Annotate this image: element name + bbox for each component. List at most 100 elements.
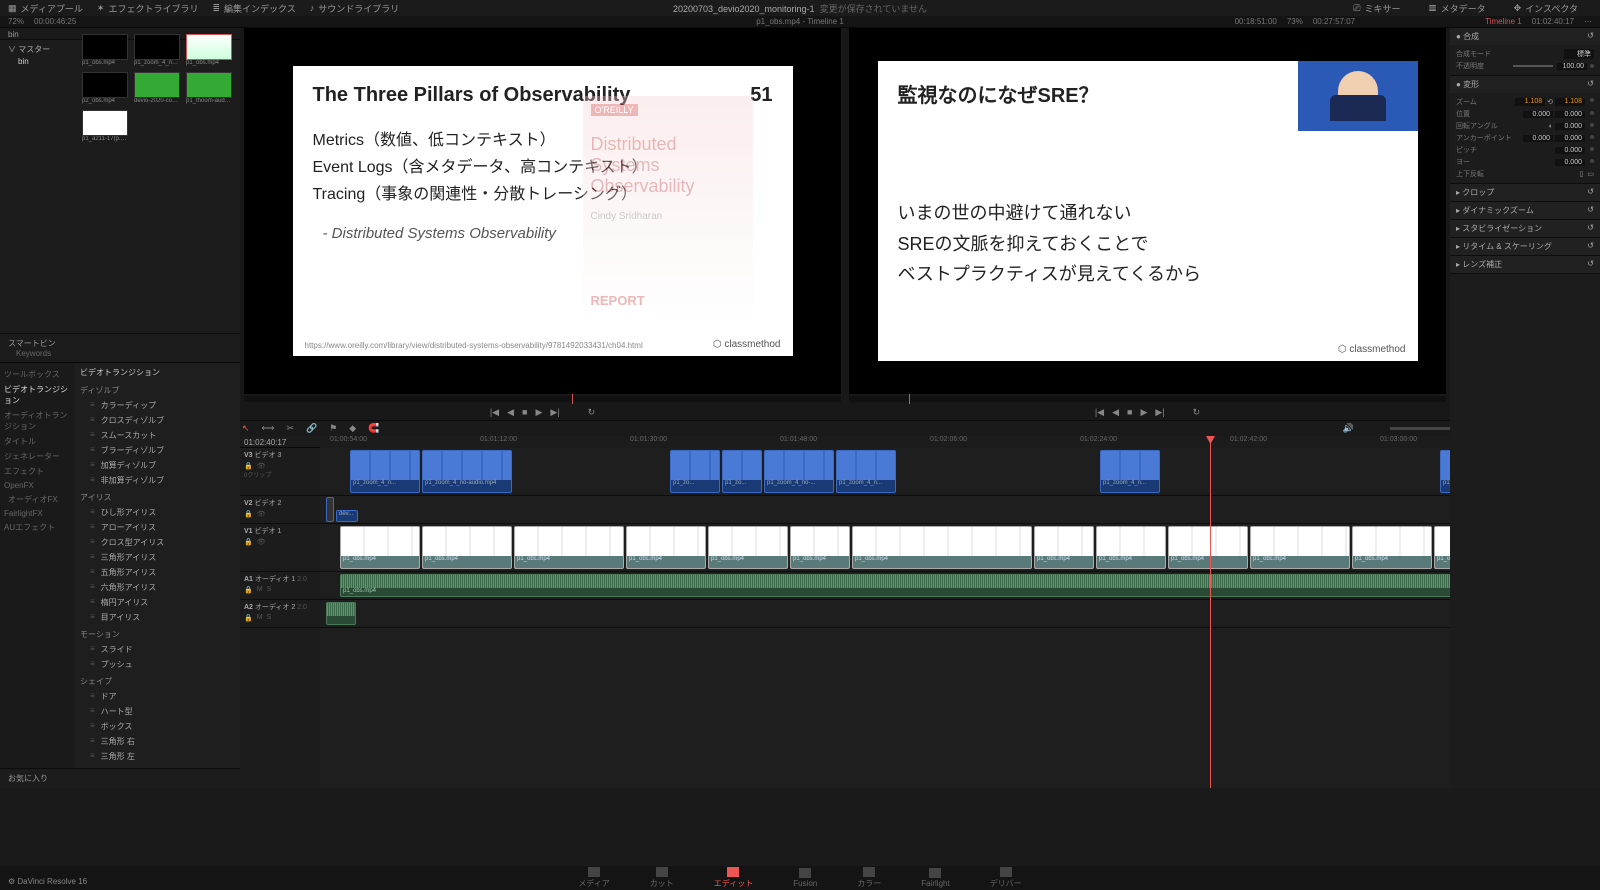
eff-item[interactable]: 三角形 右 xyxy=(80,734,234,749)
track-header-v2[interactable]: V2 ビデオ 2🔒👁 xyxy=(240,496,320,524)
reset-icon[interactable]: ↺ xyxy=(1587,79,1594,90)
eff-item[interactable]: ドア xyxy=(80,689,234,704)
composite-mode-select[interactable]: 標準 xyxy=(1564,49,1594,59)
rot-dial[interactable]: ◐ xyxy=(1549,123,1553,130)
metadata-tab[interactable]: 𝌆メタデータ xyxy=(1429,2,1486,15)
video-clip[interactable]: p1_zo... xyxy=(1440,450,1450,493)
smartbin-section[interactable]: スマートビン Keywords xyxy=(0,333,240,362)
play-button[interactable]: ▶ xyxy=(1140,407,1147,418)
audio-clip[interactable]: p1_obs.mp4 xyxy=(340,574,1450,597)
eff-cat[interactable]: ジェネレーター xyxy=(4,449,70,464)
master-bin[interactable]: ∨ マスター xyxy=(8,44,68,55)
insp-stab-header[interactable]: ▸ スタビライゼーション↺ xyxy=(1450,220,1600,237)
source-scrubber[interactable] xyxy=(244,396,841,402)
audio-meter-icon[interactable]: 🔊 xyxy=(1343,423,1354,434)
video-clip[interactable]: p1_obs.mp4 xyxy=(1034,526,1094,569)
eff-cat[interactable]: エフェクト xyxy=(4,464,70,479)
insp-transform-header[interactable]: ● 変形↺ xyxy=(1450,76,1600,93)
reset-icon[interactable]: ↺ xyxy=(1587,205,1594,216)
eff-item[interactable]: 非加算ディゾルブ xyxy=(80,473,234,488)
lock-icon[interactable]: 🔒 xyxy=(244,510,253,518)
video-clip[interactable]: p1_zoom_4_n... xyxy=(836,450,896,493)
opacity-value[interactable]: 100.00 xyxy=(1557,63,1587,70)
pos-x[interactable]: 0.000 xyxy=(1523,111,1553,118)
video-clip[interactable]: p1_obs.mp4 xyxy=(1096,526,1166,569)
link-tool[interactable]: 🔗 xyxy=(304,423,319,434)
stop-button[interactable]: ■ xyxy=(522,407,527,417)
video-clip[interactable]: p1_obs.mp4 xyxy=(1250,526,1350,569)
play-button[interactable]: ▶ xyxy=(535,407,542,418)
eff-cat[interactable]: オーディオトランジション xyxy=(4,408,70,434)
video-clip[interactable]: p1_obs.mp4 xyxy=(1168,526,1248,569)
media-clip[interactable]: p1_a211-17(p.png xyxy=(82,110,128,142)
media-clip[interactable]: p2_obs.mp4 xyxy=(82,72,128,104)
video-clip[interactable]: p1_zo... xyxy=(670,450,720,493)
anchor-y[interactable]: 0.000 xyxy=(1555,135,1585,142)
marker-tool[interactable]: ◆ xyxy=(347,423,358,434)
source-canvas[interactable]: O'REILLY Distributed Systems Observabili… xyxy=(244,28,841,394)
lock-icon[interactable]: 🔒 xyxy=(244,462,253,470)
audio-clip[interactable] xyxy=(326,602,356,625)
video-clip[interactable]: p1_obs.mp4 xyxy=(1352,526,1432,569)
eff-item[interactable]: ブラーディゾルブ xyxy=(80,443,234,458)
video-clip[interactable]: p1_zo... xyxy=(722,450,762,493)
prev-button[interactable]: |◀ xyxy=(1095,407,1104,418)
opacity-slider[interactable] xyxy=(1513,65,1553,67)
video-clip[interactable]: p1_obs.mp4 xyxy=(708,526,788,569)
fxlib-tab[interactable]: ✶エフェクトライブラリ xyxy=(97,2,199,15)
solo-icon[interactable]: S xyxy=(267,614,272,622)
mixer-tab[interactable]: ⎚ミキサー xyxy=(1353,2,1400,15)
eff-item[interactable]: ボックス xyxy=(80,719,234,734)
lock-icon[interactable]: 🔒 xyxy=(244,586,253,594)
page-edit[interactable]: エディット xyxy=(714,867,753,889)
pos-y[interactable]: 0.000 xyxy=(1555,111,1585,118)
reset-icon[interactable]: ↺ xyxy=(1587,241,1594,252)
track-header-v1[interactable]: V1 ビデオ 1🔒👁 xyxy=(240,524,320,572)
reset-icon[interactable]: ↺ xyxy=(1587,259,1594,270)
playhead[interactable] xyxy=(1210,436,1211,788)
soundlib-tab[interactable]: ♪サウンドライブラリ xyxy=(310,2,400,15)
track-a2[interactable] xyxy=(320,600,1450,628)
page-media[interactable]: メディア xyxy=(578,867,609,889)
timeline-ruler[interactable]: 01:00:54:00 01:01:12:00 01:01:30:00 01:0… xyxy=(320,436,1450,448)
timeline-zoom-slider[interactable] xyxy=(1390,427,1450,430)
video-clip[interactable]: p1_obs.mp4 xyxy=(626,526,706,569)
eff-item[interactable]: ひし形アイリス xyxy=(80,505,234,520)
video-clip[interactable]: dev... xyxy=(336,510,358,522)
eff-cat[interactable]: FairlightFX xyxy=(4,507,70,520)
page-cut[interactable]: カット xyxy=(650,867,674,889)
media-clip[interactable]: p1_obs.mp4 xyxy=(82,34,128,66)
anchor-x[interactable]: 0.000 xyxy=(1523,135,1553,142)
track-header-v3[interactable]: V3 ビデオ 3🔒👁0クリップ xyxy=(240,448,320,496)
eff-item[interactable]: クロス型アイリス xyxy=(80,535,234,550)
zoom-y[interactable]: 1.108 xyxy=(1555,98,1585,106)
video-clip[interactable]: p1_obs.mp4 xyxy=(514,526,624,569)
video-clip[interactable]: p1_obs.mp4 xyxy=(340,526,420,569)
timeline-tracks[interactable]: 01:00:54:00 01:01:12:00 01:01:30:00 01:0… xyxy=(320,436,1450,788)
track-v3[interactable]: p1_zoom_4_n... p1_zoom_4_no-audio.mp4 p1… xyxy=(320,448,1450,496)
video-clip[interactable]: p1_obs.mp4 xyxy=(852,526,1032,569)
video-clip[interactable] xyxy=(326,497,334,522)
eye-icon[interactable]: 👁 xyxy=(257,538,266,546)
eff-cat[interactable]: ビデオトランジション xyxy=(4,382,70,408)
insp-crop-header[interactable]: ▸ クロップ↺ xyxy=(1450,184,1600,201)
snap-tool[interactable]: 🧲 xyxy=(366,423,381,434)
eff-item[interactable]: 目アイリス xyxy=(80,610,234,625)
page-fairlight[interactable]: Fairlight xyxy=(921,868,949,888)
eff-cat[interactable]: ツールボックス xyxy=(4,367,70,382)
insp-lens-header[interactable]: ▸ レンズ補正↺ xyxy=(1450,256,1600,273)
timeline-name[interactable]: Timeline 1 xyxy=(1485,17,1522,26)
track-v1[interactable]: p1_obs.mp4 p1_obs.mp4 p1_obs.mp4 p1_obs.… xyxy=(320,524,1450,572)
favorites-section[interactable]: お気に入り xyxy=(0,768,240,788)
pitch-value[interactable]: 0.000 xyxy=(1555,147,1585,154)
eye-icon[interactable]: 👁 xyxy=(257,462,266,470)
eff-item[interactable]: 五角形アイリス xyxy=(80,565,234,580)
video-clip[interactable]: p1_zoom_4_no-... xyxy=(764,450,834,493)
video-clip[interactable]: p1_zoom_4_no-audio.mp4 xyxy=(422,450,512,493)
next-button[interactable]: ▶| xyxy=(550,407,559,418)
lock-icon[interactable]: 🔒 xyxy=(244,538,253,546)
eff-item[interactable]: 六角形アイリス xyxy=(80,580,234,595)
yaw-value[interactable]: 0.000 xyxy=(1555,159,1585,166)
loop-button[interactable]: ↻ xyxy=(1193,407,1201,418)
bin-item[interactable]: bin xyxy=(8,57,68,66)
